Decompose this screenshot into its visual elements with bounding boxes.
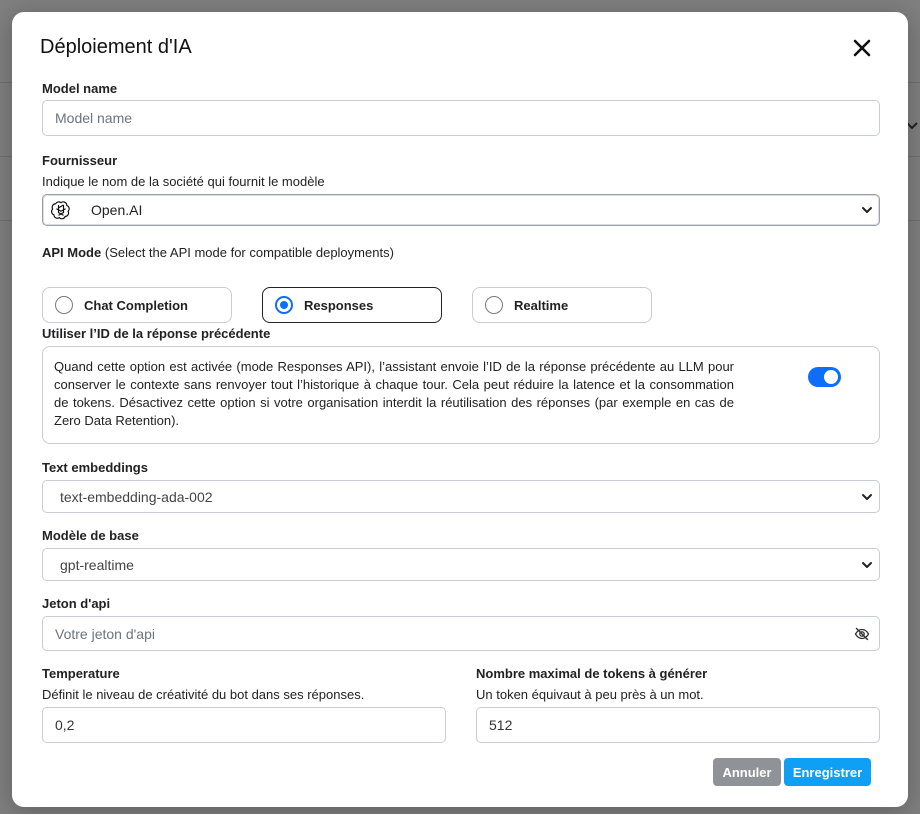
text-embeddings-label: Text embeddings [42, 460, 148, 475]
model-name-label: Model name [42, 81, 118, 96]
max-tokens-label: Nombre maximal de tokens à générer [476, 666, 708, 681]
close-icon [853, 39, 871, 57]
api-mode-label: API Mode (Select the API mode for compat… [42, 245, 394, 260]
provider-label: Fournisseur [42, 153, 118, 168]
provider-help-text: Indique le nom de la société qui fournit… [42, 174, 325, 189]
api-mode-option-responses[interactable]: Responses [262, 287, 442, 323]
previous-response-description: Quand cette option est activée (mode Res… [54, 359, 734, 428]
backdrop-chevron-icon [906, 118, 920, 132]
max-tokens-help-text: Un token équivaut à peu près à un mot. [476, 687, 704, 702]
previous-response-toggle[interactable] [808, 367, 841, 387]
cancel-button[interactable]: Annuler [713, 758, 781, 786]
save-button[interactable]: Enregistrer [784, 758, 871, 786]
api-mode-hint: (Select the API mode for compatible depl… [104, 245, 394, 260]
api-mode-option-label: Responses [304, 297, 374, 313]
api-token-input[interactable] [42, 616, 880, 651]
chevron-down-icon [861, 491, 873, 503]
previous-response-box: Quand cette option est activée (mode Res… [42, 346, 880, 444]
text-embeddings-select[interactable]: text-embedding-ada-002 [42, 480, 880, 513]
chevron-down-icon [861, 559, 873, 571]
openai-logo-icon [51, 200, 71, 220]
radio-button[interactable] [485, 296, 503, 314]
api-token-label: Jeton d'api [42, 596, 111, 611]
modal-title: Déploiement d'IA [40, 36, 192, 58]
api-mode-option-realtime[interactable]: Realtime [472, 287, 652, 323]
provider-selected-value: Open.AI [91, 202, 143, 218]
api-mode-option-label: Realtime [514, 297, 569, 313]
temperature-label: Temperature [42, 666, 120, 681]
provider-select[interactable]: Open.AI [42, 194, 880, 226]
max-tokens-input[interactable] [476, 707, 880, 743]
close-button[interactable] [852, 38, 872, 58]
api-mode-option-label: Chat Completion [84, 297, 188, 313]
temperature-help-text: Définit le niveau de créativité du bot d… [42, 687, 365, 702]
text-embeddings-selected-value: text-embedding-ada-002 [60, 488, 213, 505]
eye-slash-icon[interactable] [854, 626, 870, 642]
api-token-field-wrapper [42, 616, 880, 651]
base-model-label: Modèle de base [42, 528, 139, 543]
temperature-input[interactable] [42, 707, 446, 743]
previous-response-label: Utiliser l’ID de la réponse précédente [42, 326, 271, 341]
base-model-select[interactable]: gpt-realtime [42, 548, 880, 581]
radio-button[interactable] [55, 296, 73, 314]
model-name-input[interactable] [42, 100, 880, 136]
ai-deployment-modal: Déploiement d'IA Model name Fournisseur … [12, 12, 908, 807]
api-mode-option-chat-completion[interactable]: Chat Completion [42, 287, 232, 323]
base-model-selected-value: gpt-realtime [60, 556, 134, 573]
api-mode-label-text: API Mode [42, 245, 102, 260]
chevron-down-icon [861, 204, 873, 216]
radio-button-selected[interactable] [275, 296, 293, 314]
